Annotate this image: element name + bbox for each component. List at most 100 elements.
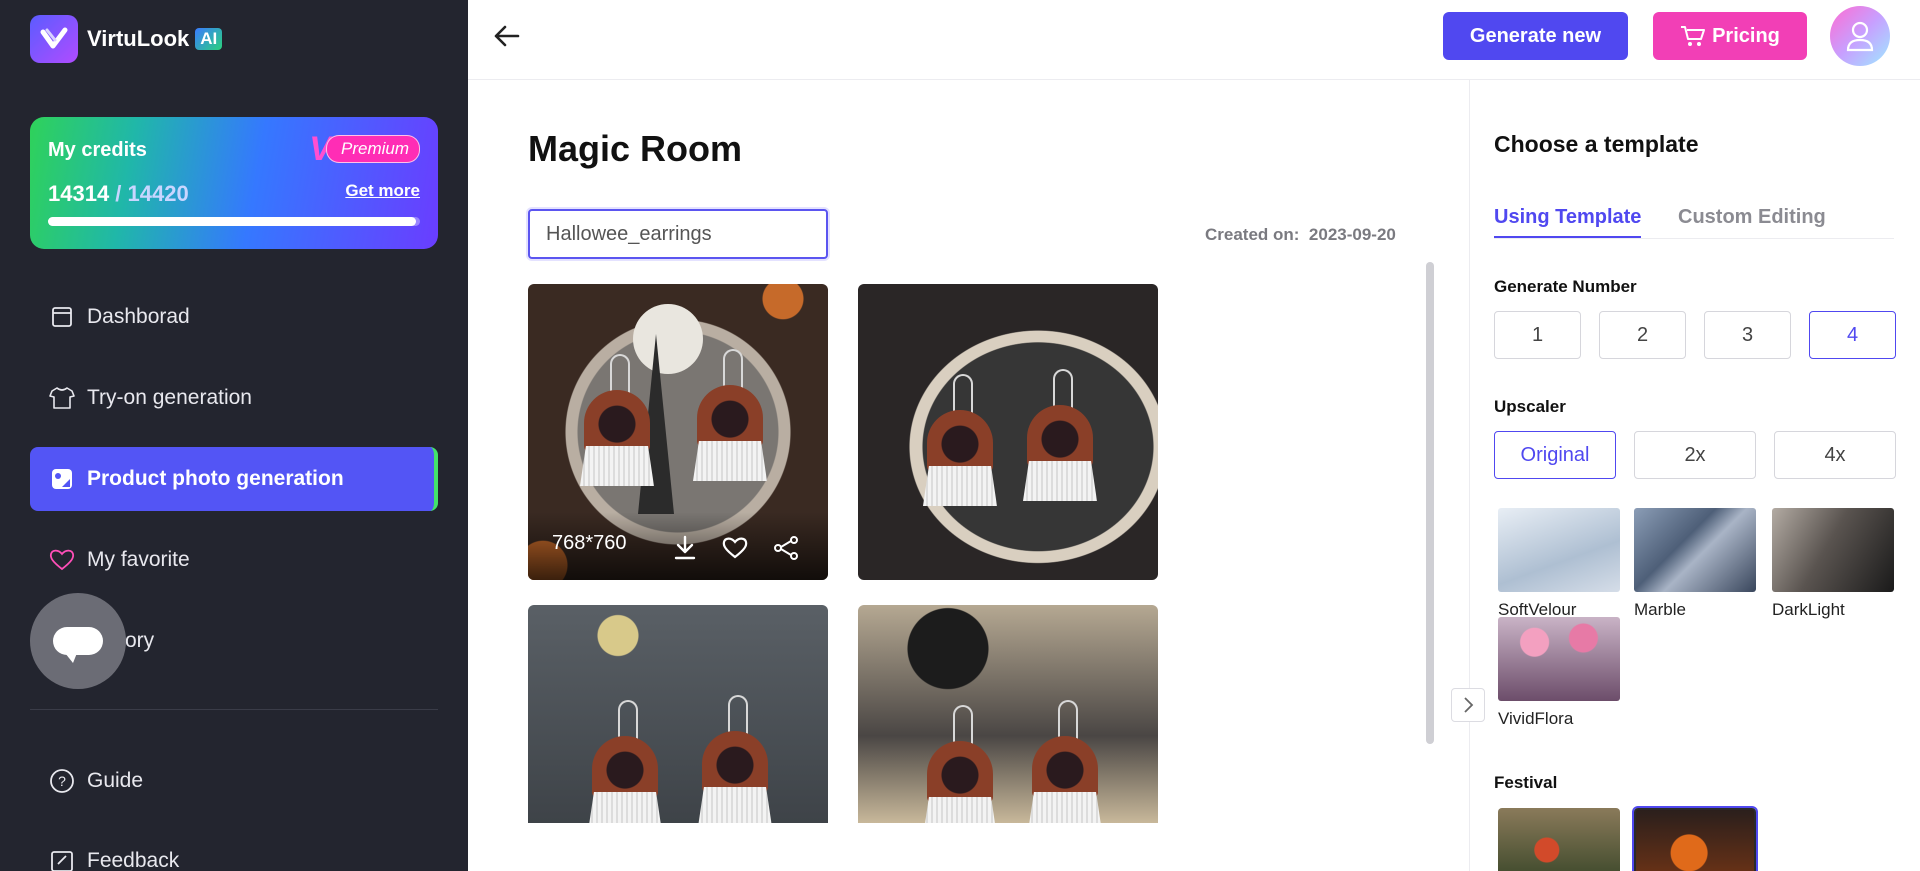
top-bar: Generate new Pricing xyxy=(468,0,1920,80)
upscaler-2x[interactable]: 2x xyxy=(1634,431,1756,479)
created-label: Created on: xyxy=(1205,225,1300,244)
template-vividflora[interactable]: VividFlora xyxy=(1498,617,1620,729)
template-softvelour[interactable]: SoftVelour xyxy=(1498,508,1620,620)
get-more-link[interactable]: Get more xyxy=(345,181,420,201)
feedback-icon xyxy=(48,847,76,871)
generate-number-3[interactable]: 3 xyxy=(1704,311,1791,359)
credits-separator: / xyxy=(109,181,128,206)
user-icon xyxy=(1846,21,1874,52)
result-image[interactable] xyxy=(858,605,1158,823)
halloween-scene-image xyxy=(858,284,1158,580)
sidebar-item-label: ory xyxy=(125,629,155,652)
template-marble[interactable]: Marble xyxy=(1634,508,1756,620)
generate-number-1[interactable]: 1 xyxy=(1494,311,1581,359)
favorite-heart-icon[interactable] xyxy=(721,534,749,562)
earring xyxy=(588,700,662,823)
festival-template-halloween[interactable] xyxy=(1634,808,1756,871)
chat-support-button[interactable] xyxy=(30,593,126,689)
svg-text:?: ? xyxy=(58,773,66,789)
template-thumbnail xyxy=(1498,508,1620,592)
sidebar-item-try-on[interactable]: Try-on generation xyxy=(30,366,438,430)
sidebar: VirtuLook AI My credits V Premium 14314 … xyxy=(0,0,468,871)
tab-using-template[interactable]: Using Template xyxy=(1494,206,1642,239)
result-image[interactable] xyxy=(858,284,1158,580)
app-logo[interactable]: VirtuLook AI xyxy=(30,15,223,63)
upscaler-label: Upscaler xyxy=(1494,397,1566,416)
earring xyxy=(693,349,767,481)
sidebar-item-favorite[interactable]: My favorite xyxy=(30,528,438,592)
sidebar-item-label: Feedback xyxy=(87,849,180,871)
festival-template-christmas[interactable] xyxy=(1498,808,1620,871)
sidebar-item-feedback[interactable]: Feedback xyxy=(30,829,438,871)
product-photo-icon xyxy=(48,465,76,493)
pricing-label: Pricing xyxy=(1712,24,1780,47)
upscaler-4x[interactable]: 4x xyxy=(1774,431,1896,479)
template-thumbnail xyxy=(1634,508,1756,592)
collapse-panel-button[interactable] xyxy=(1451,688,1485,722)
back-arrow-icon[interactable] xyxy=(488,18,528,54)
created-on: Created on: 2023-09-20 xyxy=(1205,225,1396,245)
gallery-scrollbar[interactable] xyxy=(1426,262,1434,744)
template-darklight[interactable]: DarkLight xyxy=(1772,508,1894,620)
festival-label: Festival xyxy=(1494,773,1558,792)
earring xyxy=(923,374,997,506)
result-image[interactable]: 768*760 xyxy=(528,284,828,580)
share-icon[interactable] xyxy=(772,534,800,562)
upscaler-original[interactable]: Original xyxy=(1494,431,1616,479)
panel-title: Choose a template xyxy=(1494,131,1699,157)
earring xyxy=(580,354,654,486)
sidebar-item-label: My favorite xyxy=(87,548,190,571)
generate-new-button[interactable]: Generate new xyxy=(1443,12,1628,60)
template-name: Marble xyxy=(1634,600,1686,619)
earring xyxy=(923,705,997,823)
sidebar-item-product-photo[interactable]: Product photo generation xyxy=(30,447,438,511)
generate-number-2[interactable]: 2 xyxy=(1599,311,1686,359)
earring xyxy=(698,695,772,823)
template-thumbnail xyxy=(1772,508,1894,592)
credits-count: 14314 / 14420 xyxy=(48,181,189,207)
heart-icon xyxy=(48,546,76,574)
credits-progress-bar xyxy=(48,217,420,226)
earring xyxy=(1023,369,1097,501)
credits-total: 14420 xyxy=(127,181,189,206)
sidebar-item-guide[interactable]: ? Guide xyxy=(30,749,438,813)
user-avatar[interactable] xyxy=(1830,6,1890,66)
sidebar-item-label: Dashborad xyxy=(87,305,190,328)
sidebar-item-label: Guide xyxy=(87,769,144,792)
image-dimensions: 768*760 xyxy=(552,532,627,554)
generate-number-4[interactable]: 4 xyxy=(1809,311,1896,359)
tshirt-icon xyxy=(48,384,76,412)
app-name: VirtuLook xyxy=(87,26,190,51)
credits-card: My credits V Premium 14314 / 14420 Get m… xyxy=(30,117,438,249)
credits-title: My credits xyxy=(48,139,147,161)
download-icon[interactable] xyxy=(671,534,699,562)
sidebar-item-dashboard[interactable]: Dashborad xyxy=(30,285,438,349)
halloween-scene-image xyxy=(528,605,828,823)
sidebar-divider xyxy=(30,709,438,710)
tab-custom-editing[interactable]: Custom Editing xyxy=(1678,206,1826,236)
chevron-right-icon xyxy=(1464,697,1474,713)
sidebar-item-label: Product photo generation xyxy=(87,467,344,490)
project-name-input[interactable] xyxy=(528,209,828,259)
generate-number-label: Generate Number xyxy=(1494,277,1637,296)
template-name: DarkLight xyxy=(1772,600,1845,619)
virtulook-logo-icon xyxy=(30,15,78,63)
credits-progress-fill xyxy=(48,217,417,226)
chat-icon xyxy=(53,627,103,663)
template-thumbnail xyxy=(1498,617,1620,701)
template-name: VividFlora xyxy=(1498,709,1574,728)
sidebar-item-label: Try-on generation xyxy=(87,386,252,409)
result-image[interactable] xyxy=(528,605,828,823)
cart-icon xyxy=(1680,24,1706,48)
dashboard-icon xyxy=(48,303,76,331)
ai-badge: AI xyxy=(195,28,223,50)
tab-divider xyxy=(1494,238,1894,239)
page-title: Magic Room xyxy=(528,128,743,169)
halloween-scene-image xyxy=(858,605,1158,823)
credits-used: 14314 xyxy=(48,181,110,206)
premium-label: Premium xyxy=(325,135,420,163)
pricing-button[interactable]: Pricing xyxy=(1653,12,1807,60)
earring xyxy=(1028,700,1102,823)
premium-badge: V Premium xyxy=(309,132,420,166)
question-icon: ? xyxy=(48,767,76,795)
